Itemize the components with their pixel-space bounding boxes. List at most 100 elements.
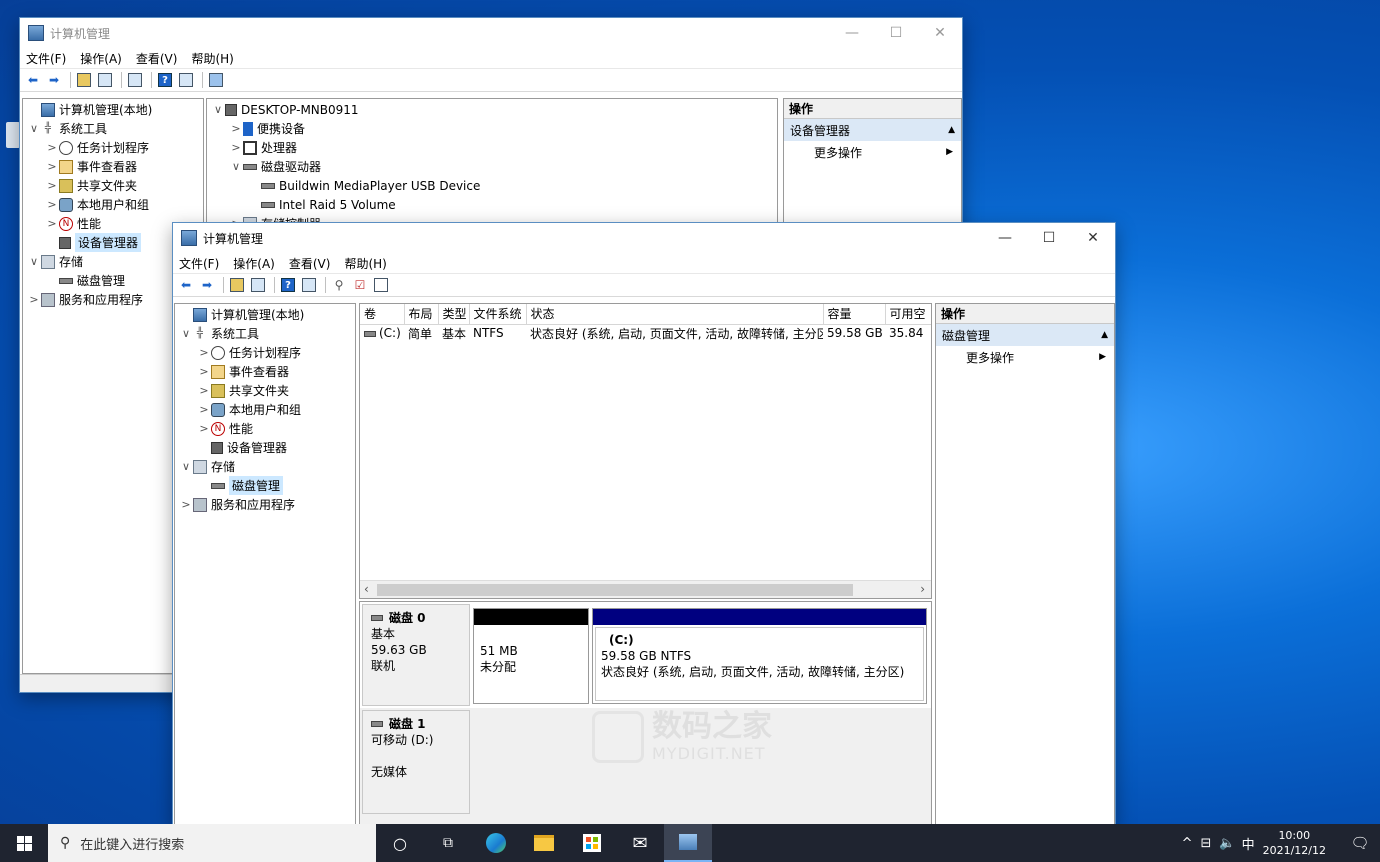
task-view-icon[interactable]: ⧉	[424, 824, 472, 862]
cortana-icon[interactable]: ○	[376, 824, 424, 862]
edge-icon[interactable]	[472, 824, 520, 862]
back-arrow-icon[interactable]: ⬅	[24, 71, 42, 89]
minimize-button[interactable]: —	[830, 18, 874, 48]
chevron-right-icon[interactable]: >	[197, 422, 211, 435]
menu-file[interactable]: 文件(F)	[179, 255, 219, 272]
up-folder-icon[interactable]	[228, 276, 246, 294]
menu-help[interactable]: 帮助(H)	[191, 50, 233, 67]
mail-icon[interactable]: ✉	[616, 824, 664, 862]
chevron-right-icon[interactable]: >	[45, 198, 59, 211]
tree-item[interactable]: > 本地用户和组	[23, 195, 203, 214]
network-icon[interactable]: ⊟	[1200, 836, 1211, 851]
device-tree-item[interactable]: ∨ DESKTOP-MNB0911	[207, 100, 777, 119]
chevron-right-icon[interactable]: >	[197, 346, 211, 359]
file-explorer-icon[interactable]	[520, 824, 568, 862]
chevron-down-icon[interactable]: ∨	[229, 160, 243, 173]
check-icon[interactable]: ☑	[351, 276, 369, 294]
taskbar-search[interactable]: ⚲ 在此键入进行搜索	[48, 824, 376, 862]
show-hide-tree-icon[interactable]	[96, 71, 114, 89]
maximize-button[interactable]: ☐	[1027, 223, 1071, 253]
menu-view[interactable]: 查看(V)	[136, 50, 178, 67]
volume-icon[interactable]: 🔈	[1219, 836, 1235, 851]
chevron-right-icon[interactable]: >	[229, 122, 243, 135]
disk-map-pane[interactable]: 磁盘 0 基本 59.63 GB 联机 51 MB 未分配 (C:) 59.58…	[359, 601, 932, 825]
tree-item[interactable]: > 服务和应用程序	[175, 495, 355, 514]
chevron-right-icon[interactable]: >	[45, 179, 59, 192]
device-tree-item[interactable]: > 便携设备	[207, 119, 777, 138]
front-title-bar[interactable]: 计算机管理 — ☐ ✕	[173, 223, 1115, 253]
front-tree-pane[interactable]: 计算机管理(本地) ∨ ╬ 系统工具 > 任务计划程序 > 事件查看器 > 共享文件夹 > 本地用户和…	[174, 303, 356, 825]
col-free[interactable]: 可用空	[885, 304, 931, 325]
minimize-button[interactable]: —	[983, 223, 1027, 253]
back-action-section[interactable]: 设备管理器 ▲	[784, 119, 961, 141]
menu-view[interactable]: 查看(V)	[289, 255, 331, 272]
col-type[interactable]: 类型	[438, 304, 470, 325]
connect-icon[interactable]: ⚲	[330, 276, 348, 294]
tree-item[interactable]: > 本地用户和组	[175, 400, 355, 419]
chevron-right-icon[interactable]: >	[45, 141, 59, 154]
chevron-down-icon[interactable]: ∨	[211, 103, 225, 116]
close-button[interactable]: ✕	[1071, 223, 1115, 253]
close-button[interactable]: ✕	[918, 18, 962, 48]
tree-item[interactable]: > N 性能	[175, 419, 355, 438]
tree-item[interactable]: 计算机管理(本地)	[23, 100, 203, 119]
horizontal-scrollbar[interactable]: ‹ ›	[360, 580, 931, 598]
desktop-icon-partial[interactable]	[0, 118, 20, 168]
front-more-actions[interactable]: 更多操作 ▶	[936, 346, 1114, 368]
tree-item[interactable]: > 事件查看器	[175, 362, 355, 381]
start-button[interactable]	[0, 824, 48, 862]
table-row[interactable]: (C:) 简单 基本 NTFS 状态良好 (系统, 启动, 页面文件, 活动, …	[360, 324, 931, 342]
tree-item[interactable]: > 共享文件夹	[175, 381, 355, 400]
scrollbar-thumb[interactable]	[377, 584, 853, 596]
help-icon[interactable]: ?	[279, 276, 297, 294]
chevron-right-icon[interactable]: >	[197, 365, 211, 378]
partition-unallocated[interactable]: 51 MB 未分配	[473, 608, 589, 704]
chevron-right-icon[interactable]: >	[45, 160, 59, 173]
menu-action[interactable]: 操作(A)	[233, 255, 275, 272]
chevron-right-icon[interactable]: >	[229, 141, 243, 154]
show-action-pane-icon[interactable]	[300, 276, 318, 294]
chevron-right-icon[interactable]: >	[27, 293, 41, 306]
show-action-pane-icon[interactable]	[177, 71, 195, 89]
chevron-down-icon[interactable]: ∨	[27, 255, 41, 268]
forward-arrow-icon[interactable]: ➡	[45, 71, 63, 89]
chevron-down-icon[interactable]: ∨	[179, 327, 193, 340]
menu-action[interactable]: 操作(A)	[80, 50, 122, 67]
chevron-right-icon[interactable]: >	[197, 384, 211, 397]
chevron-down-icon[interactable]: ∨	[179, 460, 193, 473]
device-tree-item[interactable]: > 处理器	[207, 138, 777, 157]
menu-help[interactable]: 帮助(H)	[344, 255, 386, 272]
device-tree-item[interactable]: ∨ 磁盘驱动器	[207, 157, 777, 176]
show-hide-tree-icon[interactable]	[249, 276, 267, 294]
chevron-down-icon[interactable]: ∨	[27, 122, 41, 135]
list-view-icon[interactable]	[372, 276, 390, 294]
tree-item[interactable]: ∨ 存储	[175, 457, 355, 476]
col-capacity[interactable]: 容量	[823, 304, 886, 325]
front-action-section[interactable]: 磁盘管理 ▲	[936, 324, 1114, 346]
properties-icon[interactable]	[126, 71, 144, 89]
volume-list-pane[interactable]: 卷 布局 类型 文件系统 状态 容量 可用空 (C:) 简单 基本 NTFS 状…	[359, 303, 932, 599]
help-icon[interactable]: ?	[156, 71, 174, 89]
partition-c[interactable]: (C:) 59.58 GB NTFS 状态良好 (系统, 启动, 页面文件, 活…	[592, 608, 927, 704]
tree-item[interactable]: > 事件查看器	[23, 157, 203, 176]
computer-management-taskbar-icon[interactable]	[664, 824, 712, 862]
disk-1-label[interactable]: 磁盘 1 可移动 (D:) 无媒体	[362, 710, 470, 814]
maximize-button[interactable]: ☐	[874, 18, 918, 48]
front-window[interactable]: 计算机管理 — ☐ ✕ 文件(F) 操作(A) 查看(V) 帮助(H) ⬅ ➡ …	[172, 222, 1116, 826]
col-status[interactable]: 状态	[526, 304, 824, 325]
tree-item[interactable]: 计算机管理(本地)	[175, 305, 355, 324]
scroll-right-icon[interactable]: ›	[920, 582, 925, 596]
chevron-right-icon[interactable]: >	[179, 498, 193, 511]
up-folder-icon[interactable]	[75, 71, 93, 89]
clock[interactable]: 10:00 2021/12/12	[1263, 828, 1326, 858]
menu-file[interactable]: 文件(F)	[26, 50, 66, 67]
back-title-bar[interactable]: 计算机管理 — ☐ ✕	[20, 18, 962, 48]
notification-icon[interactable]: 🗨	[1340, 834, 1380, 852]
tree-item[interactable]: > 共享文件夹	[23, 176, 203, 195]
back-arrow-icon[interactable]: ⬅	[177, 276, 195, 294]
tree-item[interactable]: > 任务计划程序	[23, 138, 203, 157]
tree-item[interactable]: 磁盘管理	[175, 476, 355, 495]
tray-chevron-icon[interactable]: ^	[1182, 836, 1193, 851]
scroll-left-icon[interactable]: ‹	[364, 582, 369, 596]
col-layout[interactable]: 布局	[404, 304, 439, 325]
